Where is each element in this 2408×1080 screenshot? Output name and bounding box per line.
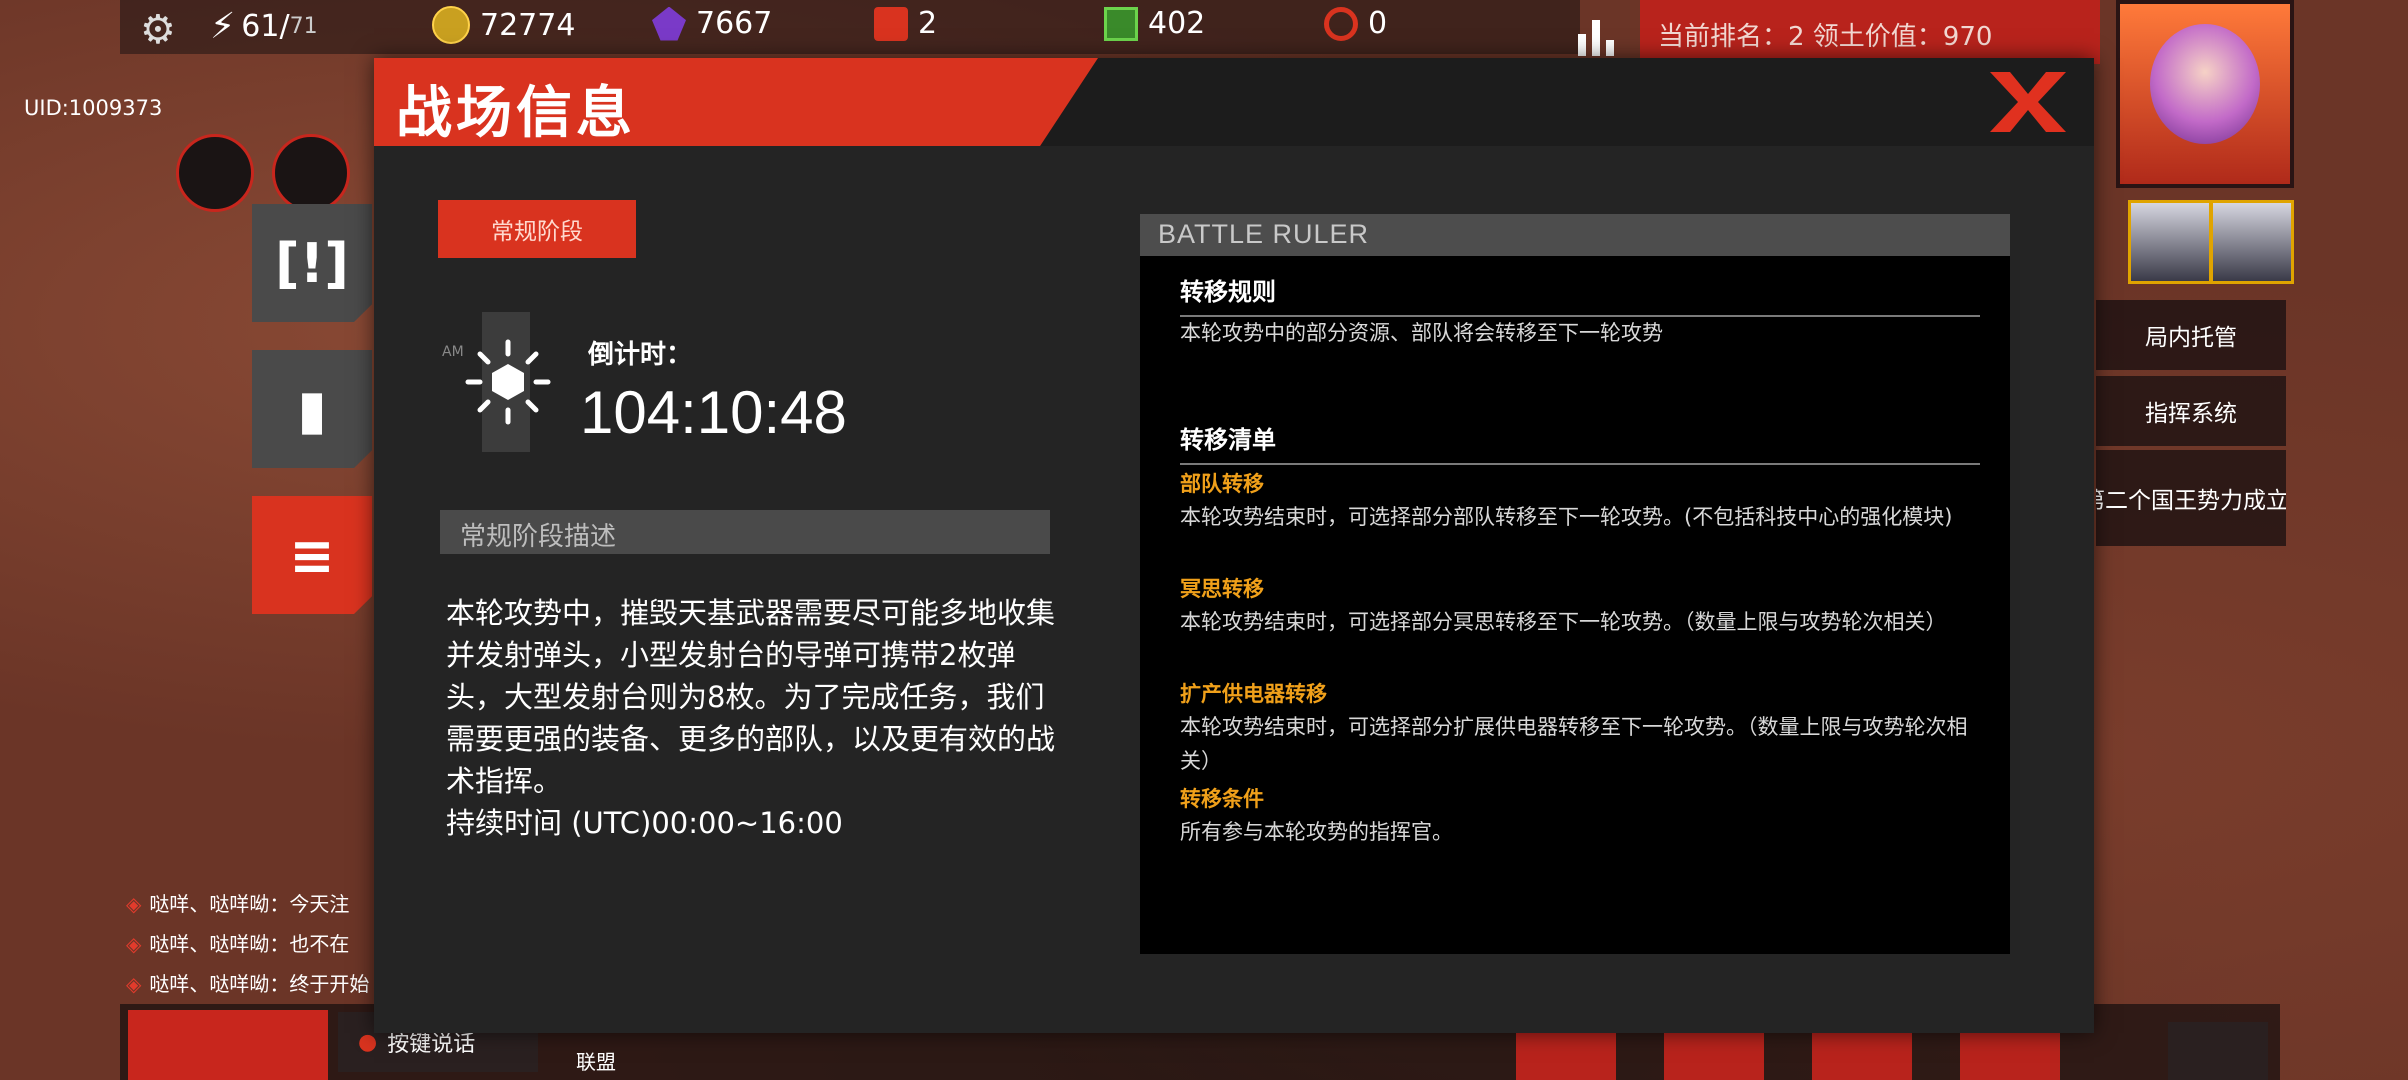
- fuel-value: 2: [918, 6, 938, 41]
- fuel-display[interactable]: 2: [874, 6, 937, 41]
- bar-chart-icon: ▮: [297, 377, 327, 441]
- chat-line-text: 哒咩、哒咩呦：终于开始: [149, 972, 370, 996]
- points-value: 0: [1368, 6, 1388, 41]
- chat-diamond-icon: ◈: [126, 932, 142, 956]
- transfer-item-title: 扩产供电器转移: [1180, 682, 1327, 706]
- gold-display[interactable]: 72774: [432, 6, 575, 44]
- chat-line-1[interactable]: ◈ 哒咩、哒咩呦：今天注: [126, 888, 349, 917]
- chip-value: 402: [1148, 6, 1206, 41]
- alert-icon: [!]: [275, 231, 349, 295]
- menu-button[interactable]: ≡: [252, 496, 372, 614]
- rank-text: 当前排名：2 领土价值：970: [1658, 22, 1993, 52]
- chat-line-text: 哒咩、哒咩呦：今天注: [149, 892, 350, 916]
- transfer-item-title: 部队转移: [1180, 472, 1264, 496]
- energy-display[interactable]: ⚡ 61/71: [210, 6, 318, 47]
- countdown-label: 倒计时：: [588, 340, 693, 370]
- chat-button[interactable]: [128, 1010, 328, 1080]
- card-icon[interactable]: [272, 134, 350, 212]
- energy-value: 61: [241, 9, 280, 44]
- alliance-tab[interactable]: 联盟: [576, 1046, 616, 1075]
- transfer-item-text: 本轮攻势结束时，可选择部分扩展供电器转移至下一轮攻势。（数量上限与攻势轮次相关）: [1180, 715, 1968, 773]
- battle-ruler-header: BATTLE RULER: [1140, 214, 2010, 256]
- modal-title-banner: 战场信息: [374, 58, 1098, 146]
- hero-portrait-1[interactable]: [2128, 200, 2212, 284]
- phase-description-header: 常规阶段描述: [440, 510, 1050, 554]
- chat-line-2[interactable]: ◈ 哒咩、哒咩呦：也不在: [126, 928, 349, 957]
- crystal-display[interactable]: 7667: [652, 6, 772, 41]
- modal-title: 战场信息: [396, 81, 636, 146]
- gold-value: 72774: [480, 7, 576, 43]
- chat-diamond-icon: ◈: [126, 972, 142, 996]
- energy-max: 71: [289, 14, 318, 39]
- auto-manage-button[interactable]: 局内托管: [2096, 300, 2286, 370]
- phase-duration: 持续时间 (UTC)00:00~16:00: [446, 806, 843, 840]
- stats-button[interactable]: ▮: [252, 350, 372, 468]
- points-display[interactable]: 0: [1324, 6, 1387, 41]
- rank-bar[interactable]: 当前排名：2 领土价值：970: [1640, 0, 2100, 64]
- fuel-can-icon: [874, 6, 908, 41]
- chat-line-text: 哒咩、哒咩呦：也不在: [149, 932, 350, 956]
- lightning-icon: ⚡: [210, 6, 236, 47]
- chat-line-3[interactable]: ◈ 哒咩、哒咩呦：终于开始: [126, 968, 369, 997]
- user-id: UID:1009373: [24, 96, 163, 120]
- chip-display[interactable]: 402: [1104, 6, 1205, 41]
- battle-ruler-title: BATTLE RULER: [1158, 219, 1370, 249]
- countdown-value: 104:10:48: [580, 379, 847, 446]
- gold-coin-icon: [432, 6, 470, 44]
- event-notice[interactable]: 第二个国王势力成立: [2096, 450, 2286, 546]
- mic-icon: ●: [358, 1029, 378, 1055]
- menu-icon: ≡: [289, 523, 335, 587]
- transfer-item-text: 本轮攻势结束时，可选择部分冥思转移至下一轮攻势。（数量上限与攻势轮次相关）: [1180, 610, 1947, 634]
- transfer-item-title: 转移条件: [1180, 787, 1264, 811]
- transfer-item-text: 本轮攻势结束时，可选择部分部队转移至下一轮攻势。(不包括科技中心的强化模块): [1180, 505, 1953, 529]
- phase-description-text: 本轮攻势中，摧毁天基武器需要尽可能多地收集并发射弹头，小型发射台的导弹可携带2枚…: [446, 596, 1056, 798]
- transfer-rules-title: 转移规则: [1180, 272, 1980, 317]
- transfer-item-title: 冥思转移: [1180, 577, 1264, 601]
- settings-gear-icon[interactable]: ⚙: [140, 10, 180, 50]
- transfer-list-title: 转移清单: [1180, 420, 1980, 465]
- chip-icon: [1104, 6, 1138, 41]
- sun-icon: [465, 339, 551, 425]
- transfer-rules-text: 本轮攻势中的部分资源、部队将会转移至下一轮攻势: [1180, 321, 1663, 345]
- crystal-icon: [652, 6, 686, 41]
- event-notice-text: 第二个国王势力成立: [2096, 488, 2286, 514]
- command-system-button[interactable]: 指挥系统: [2096, 376, 2286, 446]
- target-icon: [1324, 6, 1358, 41]
- transfer-item-text: 所有参与本轮攻势的指挥官。: [1180, 820, 1453, 844]
- crystal-value: 7667: [696, 6, 773, 41]
- chat-diamond-icon: ◈: [126, 892, 142, 916]
- phase-description-title: 常规阶段描述: [460, 522, 617, 552]
- phase-description: 本轮攻势中，摧毁天基武器需要尽可能多地收集并发射弹头，小型发射台的导弹可携带2枚…: [446, 592, 1056, 844]
- rank-chart-icon[interactable]: [1574, 14, 1618, 58]
- player-avatar[interactable]: [2116, 0, 2294, 188]
- avatar-portrait: [2150, 24, 2260, 144]
- alert-button[interactable]: [!]: [252, 204, 372, 322]
- hero-portrait-2[interactable]: [2210, 200, 2294, 284]
- compass-icon[interactable]: [176, 134, 254, 212]
- close-icon[interactable]: [1990, 72, 2066, 132]
- phase-tag: 常规阶段: [438, 200, 636, 258]
- bottom-menu-button[interactable]: [2168, 1022, 2268, 1080]
